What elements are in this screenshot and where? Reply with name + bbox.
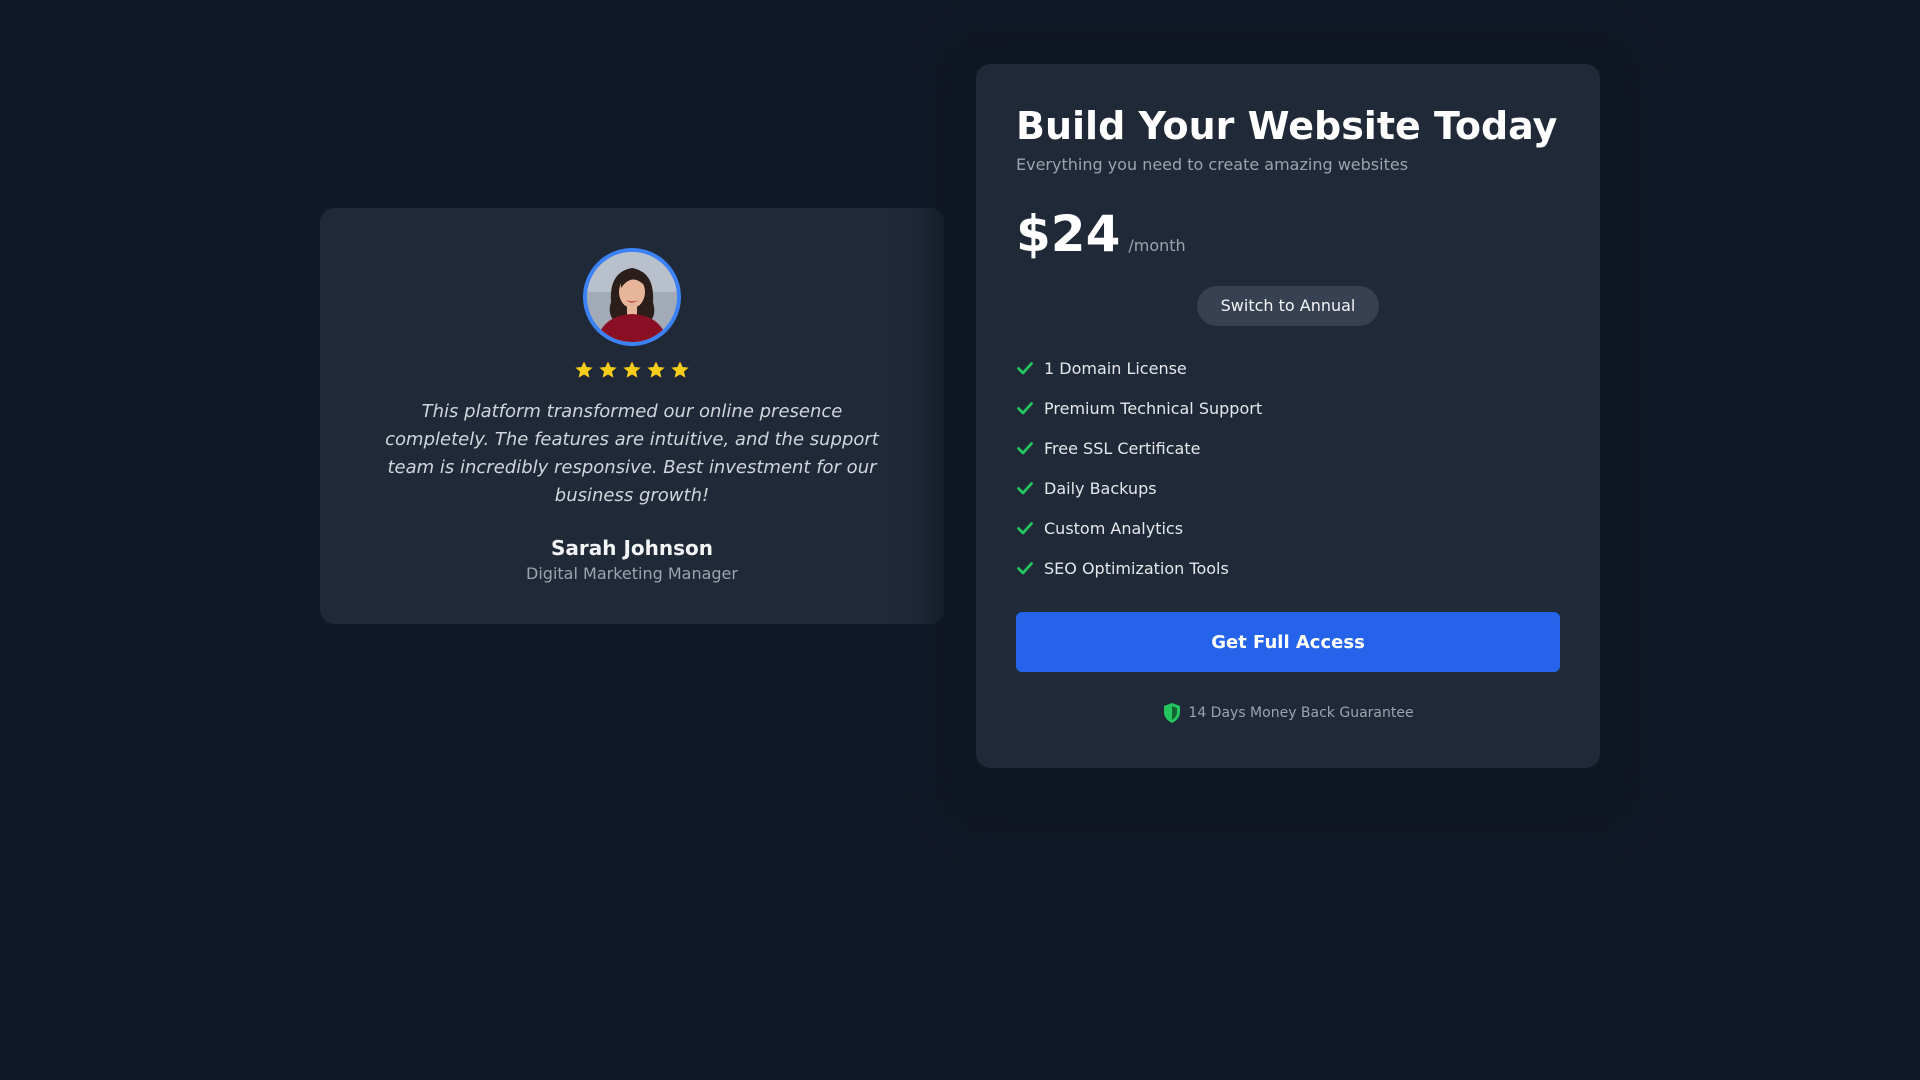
pricing-subtitle: Everything you need to create amazing we… — [1016, 155, 1409, 174]
star-icon — [671, 361, 689, 378]
check-icon — [1017, 402, 1033, 415]
feature-label: Custom Analytics — [1044, 518, 1184, 538]
star-icon — [623, 361, 641, 378]
check-icon — [1017, 482, 1033, 495]
pricing-title: Build Your Website Today — [1016, 104, 1558, 148]
billing-toggle-wrap: Switch to Annual — [1016, 286, 1560, 326]
testimonial-card: This platform transformed our online pre… — [320, 208, 944, 624]
check-icon — [1017, 362, 1033, 375]
feature-list: 1 Domain License Premium Technical Suppo… — [1016, 348, 1560, 588]
feature-label: Daily Backups — [1044, 478, 1157, 498]
feature-label: Free SSL Certificate — [1044, 438, 1201, 458]
feature-item: Premium Technical Support — [1016, 388, 1560, 428]
check-icon — [1017, 562, 1033, 575]
avatar-photo — [587, 252, 677, 342]
feature-item: Custom Analytics — [1016, 508, 1560, 548]
feature-label: Premium Technical Support — [1044, 398, 1263, 418]
check-icon — [1017, 442, 1033, 455]
star-icon — [647, 361, 665, 378]
feature-label: SEO Optimization Tools — [1044, 558, 1229, 578]
rating-stars — [368, 360, 896, 382]
feature-label: 1 Domain License — [1044, 358, 1187, 378]
switch-to-annual-button[interactable]: Switch to Annual — [1196, 286, 1380, 326]
guarantee-text: 14 Days Money Back Guarantee — [1188, 705, 1414, 721]
star-icon — [575, 361, 593, 378]
testimonial-quote: This platform transformed our online pre… — [385, 401, 879, 506]
money-back-guarantee: 14 Days Money Back Guarantee — [1016, 702, 1560, 724]
check-icon — [1017, 522, 1033, 535]
feature-item: 1 Domain License — [1016, 348, 1560, 388]
get-full-access-button[interactable]: Get Full Access — [1016, 612, 1560, 672]
price-period: /month — [1128, 236, 1186, 255]
feature-item: Daily Backups — [1016, 468, 1560, 508]
price-row: $24 /month — [1016, 206, 1560, 262]
price-amount: $24 — [1016, 205, 1121, 263]
author-name: Sarah Johnson — [550, 536, 713, 560]
feature-item: SEO Optimization Tools — [1016, 548, 1560, 588]
feature-item: Free SSL Certificate — [1016, 428, 1560, 468]
pricing-card: Build Your Website Today Everything you … — [976, 64, 1600, 768]
page: This platform transformed our online pre… — [0, 0, 1920, 1080]
star-icon — [599, 361, 617, 378]
author-role: Digital Marketing Manager — [526, 564, 738, 583]
shield-icon — [1164, 703, 1181, 723]
avatar — [583, 248, 681, 346]
